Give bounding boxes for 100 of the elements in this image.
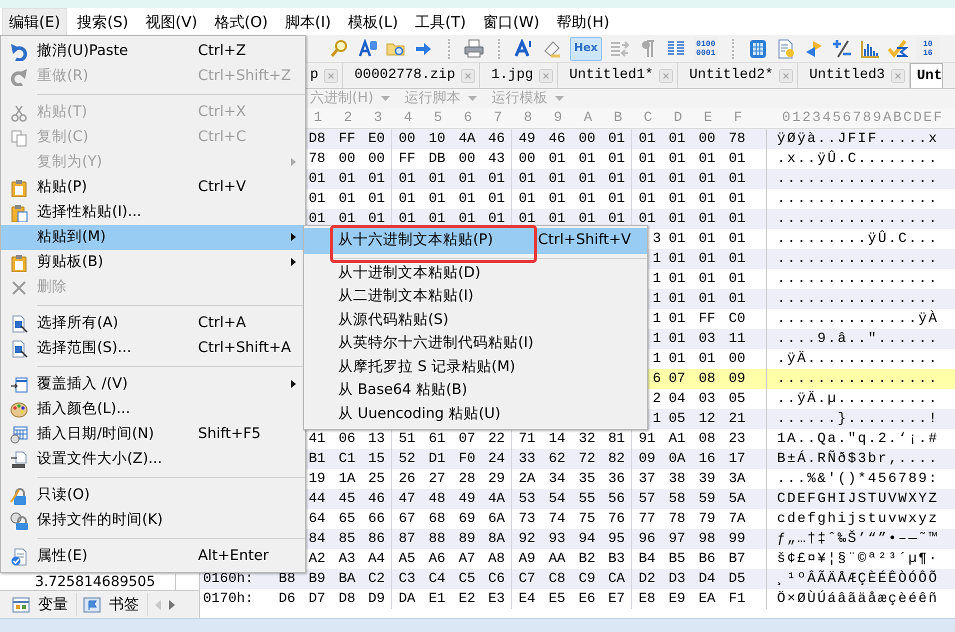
file-size-icon [10,450,28,468]
file-tab[interactable]: Unt [910,63,944,88]
menu-item[interactable]: 粘贴到(M) [1,225,305,250]
close-icon[interactable] [890,68,905,82]
menu-item[interactable]: 粘贴(P) Ctrl+V [1,175,305,200]
hex-cell: 01 [602,169,632,189]
menu-item[interactable]: 从二进制文本粘贴(I) [304,286,647,309]
hex-cell-text: 07 [458,430,476,449]
shortcut-label: Ctrl+Shift+A [198,340,291,356]
menu-item[interactable]: 属性(E) Alt+Enter [1,544,305,569]
hex-cell-text: DA [398,590,416,609]
menu-item[interactable]: 插入颜色(L)... [1,397,305,422]
file-tab[interactable]: 00002778.zip [343,63,480,88]
caret-icon[interactable] [555,96,564,102]
caret-icon[interactable] [381,96,390,102]
hex-cell-text: F0 [458,450,476,469]
menu-item[interactable]: 从十六进制文本粘贴(P) Ctrl+Shift+V [304,228,647,254]
clipboard-icon [10,204,28,222]
checksum-icon[interactable] [888,38,908,58]
hex-cell-text: 01 [668,170,686,189]
hex-cell-text: 00 [458,150,476,169]
menu-item[interactable]: 工具(T) [408,8,473,36]
hex-cell-text: 0A [668,450,686,469]
file-tab[interactable]: p [307,63,344,88]
menu-item[interactable]: 格式(O) [207,8,275,36]
menu-item[interactable]: 剪贴板(B) [1,250,305,275]
printer-icon[interactable] [464,38,484,58]
menu-item[interactable]: 搜索(S) [70,8,136,36]
menu-item[interactable]: 撤消(U)Paste Ctrl+Z [1,39,305,64]
hex-cell: C6 [482,569,512,589]
menu-item[interactable]: 插入日期/时间(N) Shift+F5 [1,422,305,447]
hex-cell-text: 01 [728,150,746,169]
close-icon[interactable] [779,68,794,82]
menu-item[interactable]: 编辑(E) [2,8,68,36]
histogram-icon[interactable] [860,38,880,58]
menu-item[interactable]: 选择所有(A) Ctrl+A [1,311,305,336]
file-tab[interactable]: Untitled3 [798,63,910,88]
hex-cell-text: 57 [638,490,656,509]
hex-cell-text: E1 [428,590,446,609]
hex-view-button[interactable]: Hex [570,36,602,60]
replace-icon[interactable] [358,38,378,58]
menu-item[interactable]: 脚本(I) [278,8,338,36]
panel-tab[interactable]: 书签 [83,593,148,616]
hex-cell-text: 1 [652,250,662,269]
menu-item[interactable]: 从英特尔十六进制代码粘贴(I) [304,332,647,356]
hex-cell-text: 51 [398,430,416,449]
hex-cell: 01 [482,169,512,189]
hex-cell-text: 19 [308,470,326,489]
caret-icon[interactable] [468,96,478,102]
menu-item[interactable]: 设置文件大小(Z)... [1,447,305,472]
hex-cell-text: 01 [638,170,656,189]
menu-item[interactable]: 从 Base64 粘贴(B) [304,380,647,403]
calculator-icon[interactable] [748,38,768,58]
ascii-text: CDEFGHIJSTUVWXYZ [766,489,939,509]
file-tab[interactable]: Untitled2* [678,63,798,88]
menu-item[interactable]: 从源代码粘贴(S) [304,309,647,332]
hex-cell-text: 11 [728,330,746,349]
menu-item[interactable]: 窗口(W) [476,8,547,36]
swap-lines-icon[interactable] [610,38,630,58]
shortcut-label: Ctrl+Shift+V [538,231,631,250]
eraser-icon[interactable] [542,38,562,58]
plus-minus-icon[interactable] [832,38,852,58]
scissors-icon [10,104,28,122]
menu-item[interactable]: 从十进制文本粘贴(D) [304,262,647,286]
close-icon[interactable] [324,68,338,82]
menu-item[interactable]: 从 Uuencoding 粘贴(U) [304,403,647,426]
hex-cell-text: 77 [638,510,656,529]
hex-cell-text: 01 [638,210,656,229]
clipboard-icon [10,178,28,196]
menu-item[interactable]: 从摩托罗拉 S 记录粘贴(M) [304,356,647,380]
hex-cell-text: 68 [428,510,446,529]
menu-item[interactable]: 保持文件的时间(K) [1,508,305,533]
hex-cell-text: 2 [652,390,662,409]
file-tab[interactable]: 1.jpg [480,63,558,88]
hex-cell-text: 01 [398,170,416,189]
hex-cell: 95 [602,529,632,549]
hex-cell-text: 74 [548,510,566,529]
hex-cell-text: BA [338,570,356,589]
close-icon[interactable] [539,68,554,82]
close-icon[interactable] [461,68,476,82]
hex-cell-text: E5 [548,590,566,609]
close-icon[interactable] [659,68,674,82]
font-icon[interactable] [514,38,534,58]
file-tab[interactable]: Untitled1* [558,63,678,88]
menu-item[interactable]: 模板(L) [341,8,406,36]
hex-cell-text: 69 [458,510,476,529]
hex-cell-text: 00 [698,130,716,149]
menu-item[interactable]: 视图(V) [138,8,204,36]
hex-cell-text: 78 [308,150,326,169]
scroll-right-icon[interactable] [168,600,176,610]
submenu-arrow-icon [289,156,297,167]
search-icon[interactable] [330,38,350,58]
menu-item[interactable]: 覆盖插入 /(V) [1,372,305,397]
hex-cell-text: 62 [548,450,566,469]
menu-item[interactable]: 选择范围(S)... Ctrl+Shift+A [1,336,305,361]
menu-item[interactable]: 只读(O) [1,483,305,508]
panel-tab[interactable]: 变量 [12,593,77,616]
hex-cell-text: A3 [338,550,356,569]
menu-item[interactable]: 帮助(H) [550,8,617,36]
menu-item[interactable]: 选择性粘贴(I)... [1,200,305,225]
